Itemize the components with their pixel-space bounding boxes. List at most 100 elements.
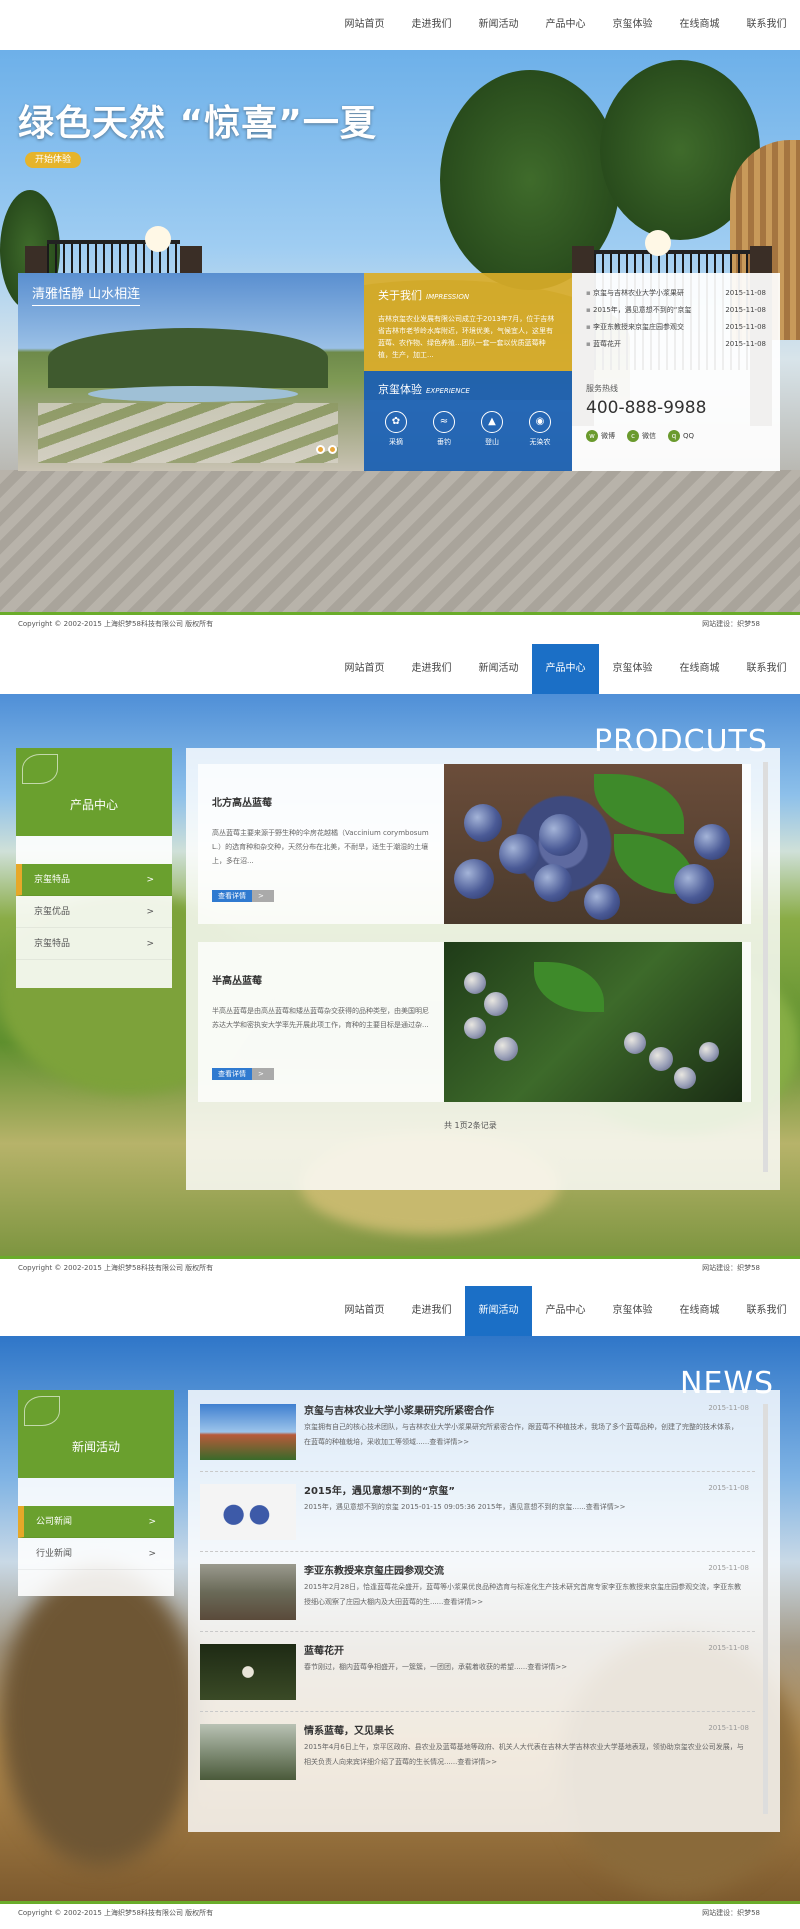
scrollbar[interactable] — [763, 762, 768, 1172]
hotline-number: 400-888-9988 — [586, 398, 707, 418]
nav-item-news[interactable]: 新闻活动 — [465, 644, 532, 694]
experience-title[interactable]: 京玺体验 EXPERIENCE — [378, 381, 558, 397]
berry — [694, 824, 730, 860]
nav-item-about[interactable]: 走进我们 — [398, 644, 465, 694]
news-summary: 2015年，遇见意想不到的京玺 2015-01-15 09:05:36 2015… — [304, 1503, 626, 1511]
experience-item[interactable]: ≈ 垂钓 — [426, 411, 462, 447]
experience-panel: 京玺体验 EXPERIENCE ✿ 采摘 ≈ 垂钓 ▲ 登山 ◉ 无染农 — [364, 371, 572, 471]
scenery-photo[interactable]: 清雅恬静 山水相连 — [18, 273, 364, 471]
hero-tag[interactable]: 开始体验 — [25, 152, 82, 168]
nav-item-products[interactable]: 产品中心 — [532, 1286, 599, 1336]
news-nav: 网站首页 走进我们 新闻活动 产品中心 京玺体验 在线商城 联系我们 — [0, 1286, 800, 1336]
about-text: 吉林京玺农业发展有限公司成立于2013年7月，位于吉林省吉林市老爷岭水库附近，环… — [378, 315, 555, 359]
sidebar-item-industry-news[interactable]: 行业新闻 > — [18, 1538, 174, 1570]
blueberry-photo[interactable] — [444, 764, 742, 924]
news-item[interactable]: 情系蓝莓，又见果长 2015-11-08 2015年4月6日上午，京平区政府、县… — [200, 1714, 755, 1792]
news-title[interactable]: 京玺与吉林农业大学小浆果研究所紧密合作 — [304, 1402, 494, 1417]
experience-item[interactable]: ◉ 无染农 — [522, 411, 558, 447]
news-thumbnail[interactable] — [200, 1484, 296, 1540]
product-title[interactable]: 北方高丛蓝莓 — [212, 794, 272, 809]
experience-item[interactable]: ✿ 采摘 — [378, 411, 414, 447]
news-item[interactable]: 2015年，遇见意想不到的“京玺” 2015-11-08 2015年，遇见意想不… — [200, 1474, 755, 1552]
nav-item-contact[interactable]: 联系我们 — [733, 0, 800, 50]
view-details-button[interactable]: 查看详情 > — [212, 890, 274, 902]
news-item[interactable]: 蓝莓花开 2015-11-08 春节刚过，棚内蓝莓争相盛开，一簇簇，一团团，承载… — [200, 1634, 755, 1712]
weibo-icon: w — [586, 430, 598, 442]
scrollbar[interactable] — [763, 1404, 768, 1814]
news-summary: 2015年2月28日，恰逢蓝莓花朵盛开，蓝莓等小浆果优良品种选育与标准化生产技术… — [304, 1583, 742, 1606]
picking-icon: ✿ — [385, 411, 407, 433]
nav-item-products[interactable]: 产品中心 — [532, 644, 599, 694]
slider-dot[interactable] — [316, 445, 325, 454]
nav-item-about[interactable]: 走进我们 — [398, 0, 465, 50]
news-thumbnail[interactable] — [200, 1644, 296, 1700]
berry — [584, 884, 620, 920]
news-date: 2015-11-08 — [708, 1644, 749, 1652]
chevron-right-icon: > — [148, 1517, 156, 1527]
news-thumbnail[interactable] — [200, 1404, 296, 1460]
about-panel: 关于我们 IMPRESSION 吉林京玺农业发展有限公司成立于2013年7月，位于… — [364, 273, 572, 371]
news-title[interactable]: 蓝莓花开 — [304, 1642, 344, 1657]
nav-item-experience[interactable]: 京玺体验 — [599, 644, 666, 694]
news-list-item[interactable]: 蓝莓花开2015-11-08 — [586, 336, 766, 353]
slider-dot[interactable] — [328, 445, 337, 454]
builder-credit[interactable]: 网站建设：织梦58 — [702, 1904, 760, 1922]
news-thumbnail[interactable] — [200, 1564, 296, 1620]
view-details-button[interactable]: 查看详情 > — [212, 1068, 274, 1080]
news-list-item[interactable]: 李亚东教授来京玺庄园参观交2015-11-08 — [586, 319, 766, 336]
product-title[interactable]: 半高丛蓝莓 — [212, 972, 262, 987]
news-title[interactable]: 2015年，遇见意想不到的“京玺” — [304, 1482, 455, 1497]
nav-item-products[interactable]: 产品中心 — [532, 0, 599, 50]
blueberry-branch-icon — [24, 1396, 60, 1426]
nav-item-news[interactable]: 新闻活动 — [465, 0, 532, 50]
product-card[interactable]: 北方高丛蓝莓 高丛蓝莓主要来源于野生种的伞房花越橘（Vaccinium cory… — [198, 764, 751, 924]
news-panel: 京玺与吉林农业大学小浆果研2015-11-08 2015年，遇见意想不到的“京玺… — [572, 273, 780, 471]
products-nav: 网站首页 走进我们 新闻活动 产品中心 京玺体验 在线商城 联系我们 — [0, 644, 800, 694]
products-sidebar: 产品中心 京玺特品 > 京玺优品 > 京玺特品 > — [16, 748, 172, 988]
news-list-item[interactable]: 京玺与吉林农业大学小浆果研2015-11-08 — [586, 285, 766, 302]
news-title[interactable]: 情系蓝莓，又见果长 — [304, 1722, 394, 1737]
blueberry-bush-photo[interactable] — [444, 942, 742, 1102]
news-date: 2015-11-08 — [708, 1484, 749, 1492]
nav-item-shop[interactable]: 在线商城 — [666, 644, 733, 694]
qq-link[interactable]: q QQ — [668, 430, 694, 442]
sidebar-item-quality[interactable]: 京玺优品 > — [16, 896, 172, 928]
news-title[interactable]: 李亚东教授来京玺庄园参观交流 — [304, 1562, 444, 1577]
nav-item-shop[interactable]: 在线商城 — [666, 1286, 733, 1336]
news-thumbnail[interactable] — [200, 1724, 296, 1780]
news-list-item[interactable]: 2015年，遇见意想不到的“京玺2015-11-08 — [586, 302, 766, 319]
nav-item-contact[interactable]: 联系我们 — [733, 644, 800, 694]
news-item[interactable]: 李亚东教授来京玺庄园参观交流 2015-11-08 2015年2月28日，恰逢蓝… — [200, 1554, 755, 1632]
weibo-link[interactable]: w 微博 — [586, 430, 615, 442]
social-links: w 微博 c 微信 q QQ — [586, 430, 766, 442]
about-title[interactable]: 关于我们 IMPRESSION — [378, 287, 558, 303]
wechat-link[interactable]: c 微信 — [627, 430, 656, 442]
nav-item-news[interactable]: 新闻活动 — [465, 1286, 532, 1336]
sidebar-item-company-news[interactable]: 公司新闻 > — [18, 1506, 174, 1538]
experience-item[interactable]: ▲ 登山 — [474, 411, 510, 447]
nav-item-shop[interactable]: 在线商城 — [666, 0, 733, 50]
mountain-icon: ▲ — [481, 411, 503, 433]
wechat-icon: c — [627, 430, 639, 442]
nav-item-home[interactable]: 网站首页 — [331, 0, 398, 50]
nav-item-experience[interactable]: 京玺体验 — [599, 1286, 666, 1336]
nav-item-about[interactable]: 走进我们 — [398, 1286, 465, 1336]
nav-item-home[interactable]: 网站首页 — [331, 1286, 398, 1336]
sidebar-item-special[interactable]: 京玺特品 > — [16, 928, 172, 960]
nav-item-home[interactable]: 网站首页 — [331, 644, 398, 694]
nav-item-experience[interactable]: 京玺体验 — [599, 0, 666, 50]
builder-credit[interactable]: 网站建设：织梦58 — [702, 615, 760, 633]
builder-credit[interactable]: 网站建设：织梦58 — [702, 1259, 760, 1277]
berry — [464, 804, 502, 842]
berry — [464, 972, 486, 994]
news-item[interactable]: 京玺与吉林农业大学小浆果研究所紧密合作 2015-11-08 京玺拥有自己的核心… — [200, 1394, 755, 1472]
product-card[interactable]: 半高丛蓝莓 半高丛蓝莓是由高丛蓝莓和矮丛蓝莓杂交获得的品种类型，由美国明尼苏达大… — [198, 942, 751, 1102]
gate-lamp — [145, 226, 171, 252]
nav-item-contact[interactable]: 联系我们 — [733, 1286, 800, 1336]
berry — [539, 814, 581, 856]
sidebar-item-premium[interactable]: 京玺特品 > — [16, 864, 172, 896]
hero-panel: 清雅恬静 山水相连 关于我们 IMPRESSION 吉林京玺农业发展有限公司成立于… — [18, 273, 780, 471]
berry — [454, 859, 494, 899]
